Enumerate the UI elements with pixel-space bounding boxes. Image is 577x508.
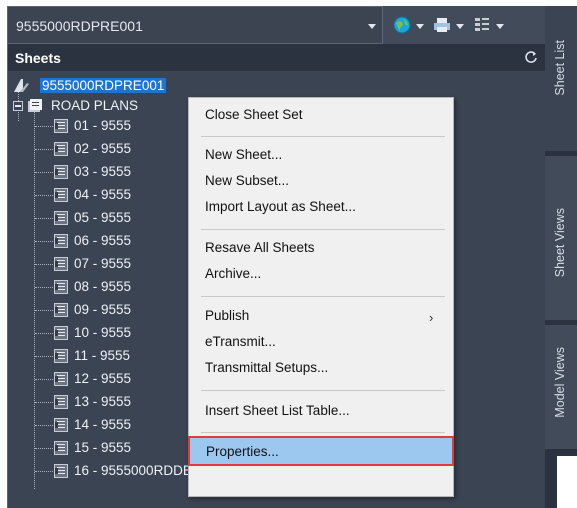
sheet-icon [54, 119, 68, 133]
side-tab-strip: Sheet List Sheet Views Model Views [545, 6, 577, 508]
sheet-set-dropdown[interactable]: 9555000RDPRE001 [7, 6, 383, 44]
chevron-down-icon[interactable] [416, 24, 424, 29]
menu-separator [201, 390, 445, 391]
sheet-set-dropdown-value: 9555000RDPRE001 [16, 18, 143, 34]
sheet-icon [54, 441, 68, 455]
chevron-down-icon [368, 24, 376, 29]
sheet-icon [54, 464, 68, 478]
tab-sheet-list[interactable]: Sheet List [545, 6, 577, 152]
tab-label: Sheet Views [553, 208, 567, 278]
printer-icon[interactable] [433, 16, 451, 34]
sheet-icon [54, 280, 68, 294]
sheet-icon [54, 349, 68, 363]
sheet-label: 02 - 9555 [74, 141, 132, 156]
sheet-icon [54, 303, 68, 317]
collapse-toggle[interactable] [13, 101, 23, 111]
sheet-label: 07 - 9555 [74, 256, 132, 271]
menu-item-close-sheet-set[interactable]: Close Sheet Set [189, 103, 453, 128]
sheet-set-manager: 9555000RDPRE001 Sheets 9555000RDPRE001 R… [0, 0, 577, 508]
toolbar: 9555000RDPRE001 [7, 6, 545, 44]
sheet-icon [54, 188, 68, 202]
tab-sheet-views[interactable]: Sheet Views [545, 156, 577, 321]
tab-label: Sheet List [553, 40, 567, 96]
sheet-label: 08 - 9555 [74, 279, 132, 294]
sheet-icon [54, 211, 68, 225]
sheet-icon [54, 372, 68, 386]
sheet-icon [54, 257, 68, 271]
menu-item-archive[interactable]: Archive... [189, 262, 453, 287]
sheet-label: 04 - 9555 [74, 187, 132, 202]
menu-item-etransmit[interactable]: eTransmit... [189, 330, 453, 355]
sheet-label: 13 - 9555 [74, 394, 132, 409]
sheet-icon [54, 142, 68, 156]
menu-item-publish[interactable]: Publish › [189, 304, 453, 329]
sheet-label: 01 - 9555 [74, 118, 132, 133]
menu-item-import-layout[interactable]: Import Layout as Sheet... [189, 195, 453, 220]
sheet-icon [54, 326, 68, 340]
menu-separator [201, 296, 445, 297]
menu-item-insert-sheet-list-table[interactable]: Insert Sheet List Table... [189, 399, 453, 424]
menu-separator [201, 229, 445, 230]
sheet-label: 05 - 9555 [74, 210, 132, 225]
sheet-icon [54, 418, 68, 432]
sheet-label: 11 - 9555 [74, 348, 131, 363]
menu-item-new-subset[interactable]: New Subset... [189, 169, 453, 194]
side-gap [557, 456, 577, 508]
sheet-label: 15 - 9555 [74, 440, 132, 455]
sheet-icon [54, 165, 68, 179]
tab-model-views[interactable]: Model Views [545, 325, 577, 450]
panel-title: Sheets [15, 50, 61, 66]
menu-separator [201, 432, 445, 433]
sheet-label: 06 - 9555 [74, 233, 132, 248]
sheet-set-icon [14, 79, 29, 92]
sheet-label: 03 - 9555 [74, 164, 132, 179]
chevron-right-icon: › [429, 310, 434, 325]
context-menu: Close Sheet Set New Sheet... New Subset.… [188, 97, 454, 497]
menu-item-new-sheet[interactable]: New Sheet... [189, 143, 453, 168]
globe-icon[interactable] [393, 16, 411, 34]
chevron-down-icon[interactable] [496, 24, 504, 29]
sheet-label: 12 - 9555 [74, 371, 132, 386]
sheet-label: 10 - 9555 [74, 325, 132, 340]
sheet-icon [54, 234, 68, 248]
tree-root-label: 9555000RDPRE001 [40, 78, 167, 93]
sheet-list-options-icon[interactable] [473, 16, 491, 34]
refresh-icon[interactable] [524, 50, 538, 64]
tree-root-row[interactable]: 9555000RDPRE001 [8, 76, 546, 96]
chevron-down-icon[interactable] [456, 24, 464, 29]
menu-item-resave-all-sheets[interactable]: Resave All Sheets [189, 236, 453, 261]
tab-label: Model Views [553, 347, 567, 418]
menu-item-transmittal-setups[interactable]: Transmittal Setups... [189, 356, 453, 381]
sheet-icon [54, 395, 68, 409]
sheets-header: Sheets [8, 44, 546, 71]
sheet-label: 14 - 9555 [74, 417, 132, 432]
subset-icon [28, 99, 42, 112]
menu-item-properties[interactable]: Properties... [188, 436, 454, 466]
menu-separator [201, 136, 445, 137]
tree-subset-label: ROAD PLANS [51, 98, 139, 113]
sheet-label: 09 - 9555 [74, 302, 132, 317]
